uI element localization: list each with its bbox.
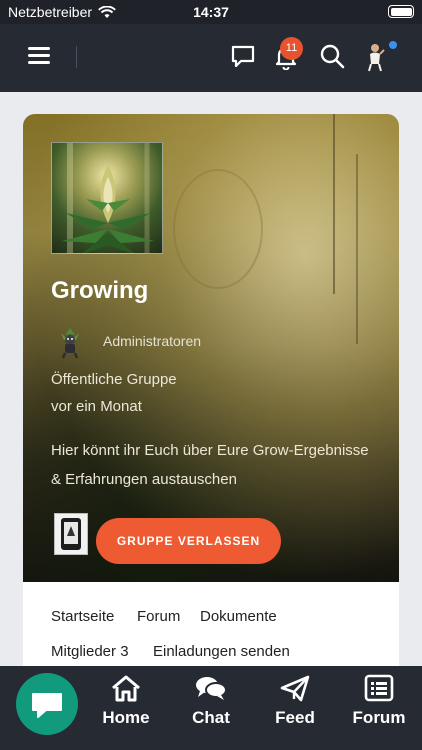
- nav-forum[interactable]: Forum: [344, 674, 414, 728]
- search-icon[interactable]: [318, 42, 346, 70]
- group-avatar-image: [51, 142, 163, 254]
- nav-feed-label: Feed: [275, 708, 315, 727]
- battery-icon: [388, 5, 414, 18]
- tab-mitglieder[interactable]: Mitglieder 3: [51, 643, 129, 660]
- paper-plane-icon: [280, 675, 310, 702]
- list-icon: [364, 674, 394, 702]
- header-divider: [76, 46, 77, 68]
- group-header-card: Growing Administratoren Öffentliche Grup…: [23, 114, 399, 582]
- notification-badge: 11: [280, 37, 303, 60]
- group-description: Hier könnt ihr Euch über Eure Grow-Ergeb…: [51, 442, 369, 488]
- menu-bar-line: [28, 47, 50, 50]
- menu-bar-line: [28, 61, 50, 64]
- nav-chat[interactable]: Chat: [176, 674, 246, 728]
- user-avatar[interactable]: [362, 42, 388, 72]
- main-content: Growing Administratoren Öffentliche Grup…: [0, 92, 422, 666]
- nav-feed[interactable]: Feed: [260, 674, 330, 728]
- member-avatar-thumbnail[interactable]: [54, 513, 88, 555]
- top-app-bar: 11: [0, 24, 422, 92]
- admin-avatar[interactable]: [53, 325, 87, 359]
- message-bubble-icon: [32, 693, 62, 718]
- group-tabs: Startseite Forum Dokumente Mitglieder 3 …: [23, 582, 399, 666]
- tab-startseite[interactable]: Startseite: [51, 608, 114, 625]
- group-privacy: Öffentliche Gruppe: [51, 371, 177, 388]
- group-title: Growing: [51, 277, 149, 304]
- status-bar: Netzbetreiber 14:37: [0, 0, 422, 24]
- online-status-dot: [389, 41, 397, 49]
- tab-dokumente[interactable]: Dokumente: [200, 608, 277, 625]
- chat-bubbles-icon: [196, 677, 227, 700]
- home-icon: [112, 675, 140, 702]
- clock: 14:37: [193, 4, 229, 20]
- menu-button[interactable]: [28, 47, 50, 65]
- tab-forum[interactable]: Forum: [137, 608, 180, 625]
- group-created-date: vor ein Monat: [51, 398, 142, 415]
- leave-group-button[interactable]: GRUPPE VERLASSEN: [96, 518, 281, 564]
- phone-image: [61, 518, 81, 550]
- menu-bar-line: [28, 54, 50, 57]
- nav-chat-label: Chat: [192, 708, 230, 727]
- tab-einladungen-senden[interactable]: Einladungen senden: [153, 643, 290, 660]
- group-role-label: Administratoren: [103, 333, 202, 349]
- bottom-navigation: Home Chat Feed Forum: [0, 666, 422, 750]
- cannabis-plant-image: [62, 143, 154, 253]
- nav-home-label: Home: [102, 708, 150, 727]
- nav-forum-label: Forum: [352, 708, 406, 727]
- nav-home[interactable]: Home: [91, 674, 161, 728]
- chat-fab-button[interactable]: [16, 673, 78, 735]
- messages-icon[interactable]: [229, 42, 257, 70]
